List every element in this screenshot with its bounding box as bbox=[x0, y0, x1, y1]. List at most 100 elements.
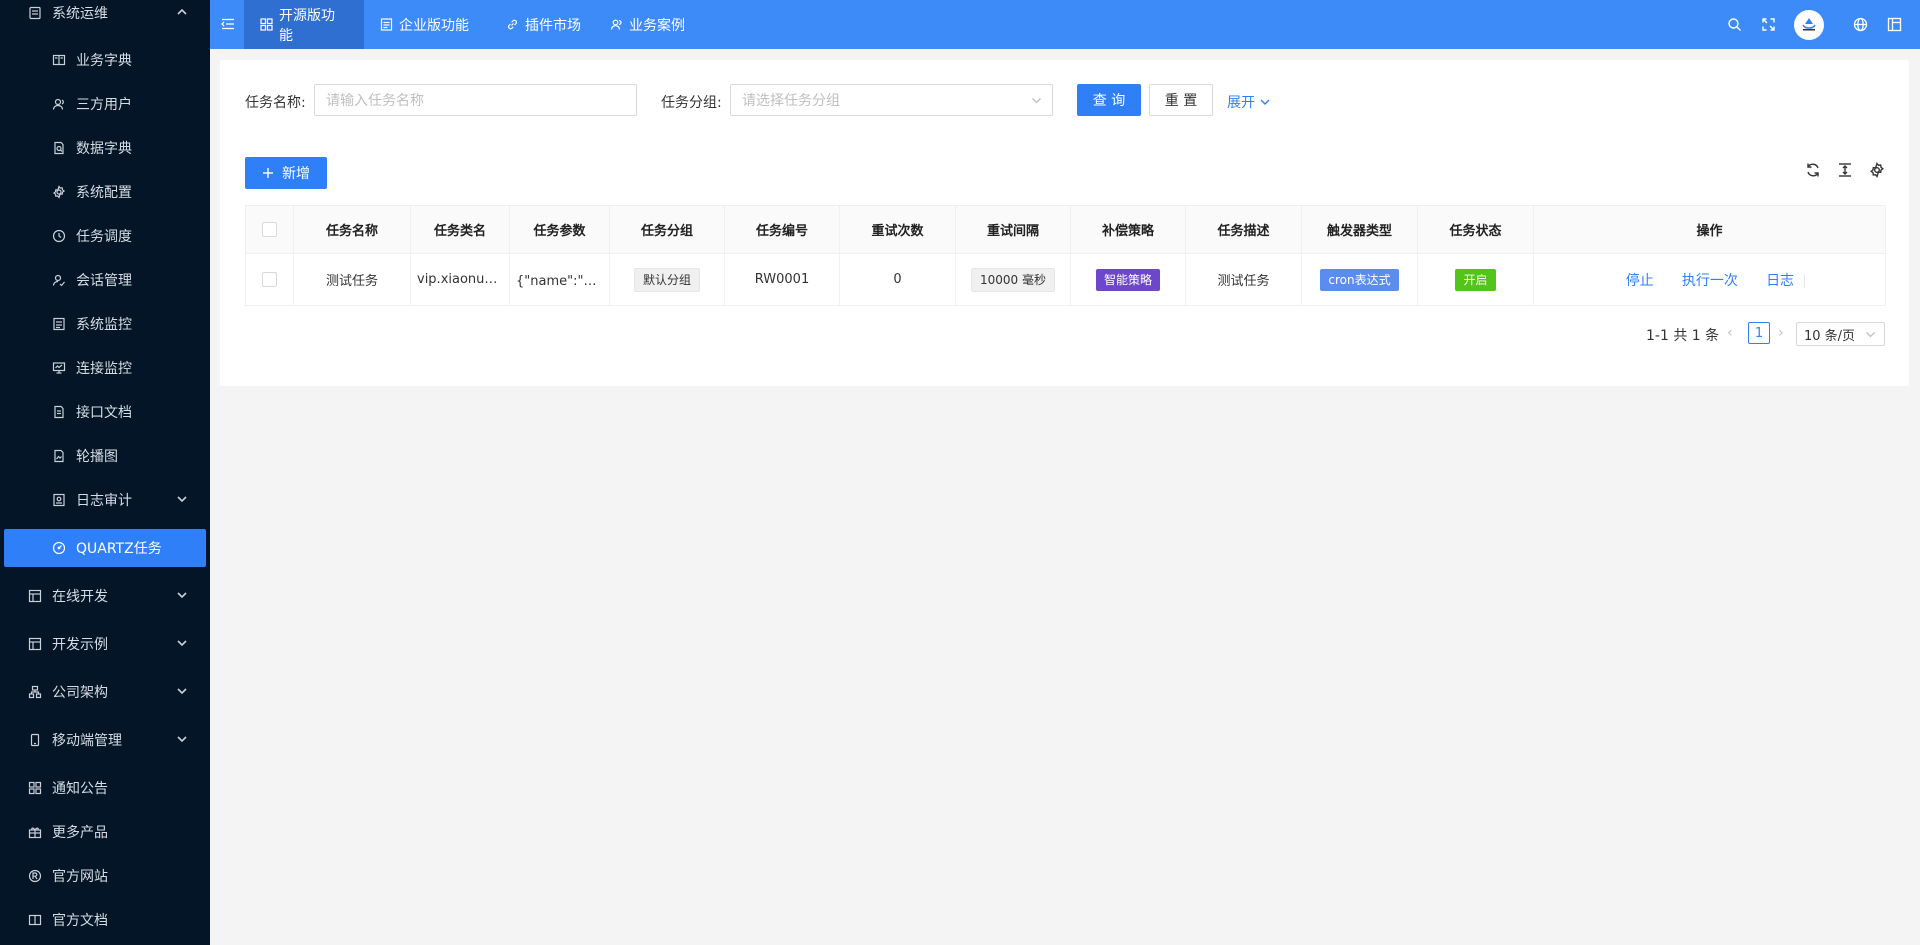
stop-link[interactable]: 停止 bbox=[1626, 273, 1654, 289]
cell-task-name: 测试任务 bbox=[293, 253, 411, 306]
tab-label: 开源版功能 bbox=[279, 7, 335, 44]
table-header: 补偿策略 bbox=[1070, 205, 1186, 254]
sidebar-item-data-dict[interactable]: 数据字典 bbox=[0, 128, 210, 168]
table-header-row: 任务名称 任务类名 任务参数 任务分组 任务编号 重试次数 重试间隔 补偿策略 … bbox=[245, 205, 1886, 254]
registered-icon bbox=[28, 869, 42, 883]
tab-enterprise[interactable]: 企业版功能 bbox=[364, 0, 485, 49]
tab-business-cases[interactable]: 业务案例 bbox=[594, 0, 701, 49]
sidebar-item-session[interactable]: 会话管理 bbox=[0, 260, 210, 300]
chevron-down-icon bbox=[1032, 98, 1041, 104]
run-once-link[interactable]: 执行一次 bbox=[1682, 273, 1738, 289]
sidebar-group-label: 系统运维 bbox=[52, 6, 108, 22]
sidebar-item-biz-dict[interactable]: 业务字典 bbox=[0, 40, 210, 80]
reset-button[interactable]: 重 置 bbox=[1149, 84, 1213, 116]
mobile-icon bbox=[28, 733, 42, 747]
table-header: 触发器类型 bbox=[1301, 205, 1418, 254]
sidebar-item-task-schedule[interactable]: 任务调度 bbox=[0, 216, 210, 256]
expand-link[interactable]: 展开 bbox=[1227, 92, 1271, 112]
doc-icon bbox=[380, 18, 393, 31]
table-header: 操作 bbox=[1533, 205, 1886, 254]
tab-label: 业务案例 bbox=[629, 17, 685, 34]
add-button[interactable]: 新增 bbox=[245, 157, 327, 189]
pagination-current-page[interactable]: 1 bbox=[1748, 322, 1770, 344]
sidebar-group-label: 公司架构 bbox=[52, 685, 108, 701]
select-all-checkbox[interactable] bbox=[262, 222, 277, 237]
sidebar-item-label: 轮播图 bbox=[76, 449, 118, 465]
monitor-icon bbox=[52, 317, 66, 331]
reload-icon[interactable] bbox=[1805, 162, 1821, 178]
sidebar-item-website[interactable]: 官方网站 bbox=[0, 856, 210, 896]
column-height-icon[interactable] bbox=[1837, 162, 1853, 178]
settings-icon[interactable] bbox=[1869, 162, 1885, 178]
sidebar-group-label: 移动端管理 bbox=[52, 733, 122, 749]
sidebar-item-carousel[interactable]: 轮播图 bbox=[0, 436, 210, 476]
sidebar-item-label: 更多产品 bbox=[52, 825, 108, 841]
chevron-down-icon bbox=[1260, 99, 1270, 105]
search-icon[interactable] bbox=[1727, 17, 1742, 32]
clock-icon bbox=[52, 229, 66, 243]
globe-icon[interactable] bbox=[1853, 17, 1868, 32]
sidebar-item-api-doc[interactable]: 接口文档 bbox=[0, 392, 210, 432]
table-row: 测试任务 vip.xiaonuo.biz.modular.quartz.task… bbox=[245, 253, 1886, 306]
query-button[interactable]: 查 询 bbox=[1077, 84, 1141, 116]
sidebar-item-label: 日志审计 bbox=[76, 493, 132, 509]
avatar[interactable] bbox=[1794, 10, 1824, 40]
sidebar-item-conn-monitor[interactable]: 连接监控 bbox=[0, 348, 210, 388]
cell-code: RW0001 bbox=[724, 253, 840, 306]
layout-setting-icon[interactable] bbox=[1887, 17, 1902, 32]
tab-plugin-market[interactable]: 插件市场 bbox=[490, 0, 597, 49]
connection-icon bbox=[52, 361, 66, 375]
log-link[interactable]: 日志 bbox=[1766, 273, 1794, 289]
sidebar-item-label: 通知公告 bbox=[52, 781, 108, 797]
sidebar-group-online-dev[interactable]: 在线开发 bbox=[0, 576, 210, 616]
add-label: 新增 bbox=[282, 166, 310, 182]
doc-icon bbox=[52, 405, 66, 419]
fullscreen-icon[interactable] bbox=[1761, 17, 1776, 32]
sidebar-item-log-audit[interactable]: 日志审计 bbox=[0, 480, 210, 520]
sidebar-group-label: 在线开发 bbox=[52, 589, 108, 605]
image-icon bbox=[52, 449, 66, 463]
table-header: 任务编号 bbox=[724, 205, 840, 254]
task-group-select[interactable]: 请选择任务分组 bbox=[730, 84, 1053, 116]
sidebar-item-label: 会话管理 bbox=[76, 273, 132, 289]
task-name-label: 任务名称: bbox=[245, 95, 306, 111]
sidebar-group-mobile[interactable]: 移动端管理 bbox=[0, 720, 210, 760]
table-header: 任务描述 bbox=[1185, 205, 1302, 254]
sidebar-item-docs[interactable]: 官方文档 bbox=[0, 900, 210, 940]
menu-fold-icon[interactable] bbox=[220, 16, 236, 32]
sidebar-item-notice[interactable]: 通知公告 bbox=[0, 768, 210, 808]
sidebar-group-label: 开发示例 bbox=[52, 637, 108, 653]
sidebar-group-dev-examples[interactable]: 开发示例 bbox=[0, 624, 210, 664]
sidebar-item-third-users[interactable]: 三方用户 bbox=[0, 84, 210, 124]
row-select-cell bbox=[245, 253, 294, 306]
page-size-select[interactable]: 10 条/页 bbox=[1796, 322, 1885, 346]
divider bbox=[1804, 274, 1806, 288]
prev-page-icon[interactable]: ‹ bbox=[1727, 325, 1733, 341]
chevron-up-icon bbox=[177, 8, 187, 15]
tab-open-source[interactable]: 开源版功能 bbox=[244, 0, 364, 49]
retry-interval-tag: 10000 毫秒 bbox=[971, 267, 1055, 292]
cell-actions: 停止 执行一次 日志 bbox=[1533, 253, 1886, 306]
table-header: 任务类名 bbox=[410, 205, 510, 254]
plus-icon bbox=[263, 168, 273, 178]
trigger-tag: cron表达式 bbox=[1320, 268, 1399, 291]
table-header: 任务分组 bbox=[609, 205, 725, 254]
sidebar-group-org[interactable]: 公司架构 bbox=[0, 672, 210, 712]
row-checkbox[interactable] bbox=[262, 272, 277, 287]
layout-icon bbox=[28, 589, 42, 603]
next-page-icon[interactable]: › bbox=[1778, 325, 1784, 341]
cell-group: 默认分组 bbox=[609, 253, 725, 306]
sidebar-item-sys-monitor[interactable]: 系统监控 bbox=[0, 304, 210, 344]
tab-label: 插件市场 bbox=[525, 17, 581, 34]
file-search-icon bbox=[52, 141, 66, 155]
sidebar-item-sys-config[interactable]: 系统配置 bbox=[0, 172, 210, 212]
apps-icon bbox=[260, 18, 273, 31]
gear-icon bbox=[52, 185, 66, 199]
chevron-down-icon bbox=[177, 592, 187, 599]
sidebar-group-system-ops[interactable]: 系统运维 bbox=[0, 0, 210, 33]
sidebar-item-quartz[interactable]: QUARTZ任务 bbox=[4, 529, 206, 567]
main-card: 任务名称: 请输入任务名称 任务分组: 请选择任务分组 查 询 重 置 展开 新… bbox=[220, 60, 1909, 386]
table-header: 任务名称 bbox=[293, 205, 411, 254]
task-name-input[interactable]: 请输入任务名称 bbox=[314, 84, 637, 116]
sidebar-item-more-products[interactable]: 更多产品 bbox=[0, 812, 210, 852]
